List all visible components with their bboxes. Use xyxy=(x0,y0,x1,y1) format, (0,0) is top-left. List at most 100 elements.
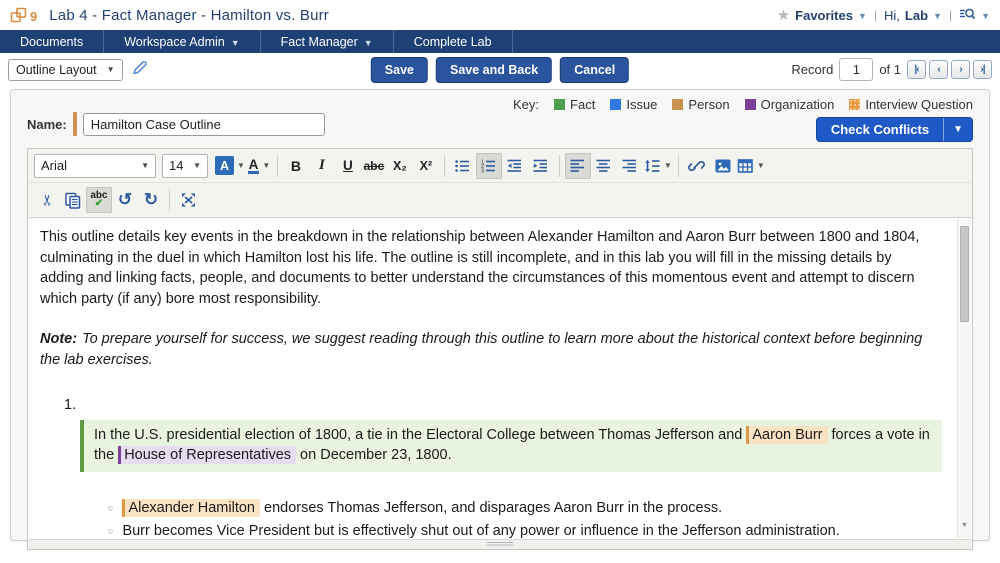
key-label: Key: xyxy=(513,97,539,112)
underline-button[interactable]: U xyxy=(335,153,361,179)
background-color-button[interactable]: A ▼ xyxy=(214,153,246,179)
bold-button[interactable]: B xyxy=(283,153,309,179)
header-separator: | xyxy=(949,8,952,22)
toolbar-divider xyxy=(559,155,560,177)
nav-item-fact-manager[interactable]: Fact Manager ▼ xyxy=(261,30,394,53)
toolbar-divider xyxy=(678,155,679,177)
record-number-input[interactable] xyxy=(839,58,873,81)
chevron-down-icon: ▼ xyxy=(757,161,765,170)
editor-vertical-scrollbar[interactable]: ▼ xyxy=(957,219,971,538)
advanced-search-icon[interactable] xyxy=(959,7,976,24)
nav-item-workspace-admin[interactable]: Workspace Admin ▼ xyxy=(104,30,260,53)
favorites-star-icon[interactable]: ★ xyxy=(777,6,790,24)
item1-number: 1. xyxy=(64,395,944,416)
note-label: Note: xyxy=(40,331,77,347)
chevron-down-icon[interactable]: ▼ xyxy=(943,118,972,141)
outline-item-1: 1. In the U.S. presidential election of … xyxy=(64,395,944,472)
undo-icon: ↺ xyxy=(118,190,132,210)
page-title: Lab 4 - Fact Manager - Hamilton vs. Burr xyxy=(49,7,329,24)
undo-button[interactable]: ↺ xyxy=(112,187,138,213)
select-arrow-icon: ▼ xyxy=(193,161,201,170)
editor-content[interactable]: This outline details key events in the b… xyxy=(28,217,972,539)
copy-button[interactable] xyxy=(60,187,86,213)
align-center-button[interactable] xyxy=(591,153,617,179)
editor-toolbar-row2: ✂ abc ✔ ↺ ↻ xyxy=(28,182,972,217)
table-button[interactable]: ▼ xyxy=(736,153,766,179)
app-header: 9 Lab 4 - Fact Manager - Hamilton vs. Bu… xyxy=(0,0,1000,30)
align-left-button[interactable] xyxy=(565,153,591,179)
cut-button[interactable]: ✂ xyxy=(34,187,60,213)
font-family-select[interactable]: Arial ▼ xyxy=(34,154,156,178)
first-record-button[interactable]: |‹ xyxy=(907,60,926,79)
resize-grip-icon[interactable] xyxy=(487,542,513,547)
editor-resize-strip[interactable] xyxy=(28,539,972,549)
font-size-select[interactable]: 14 ▼ xyxy=(162,154,208,178)
item1-sub-list: ○ Alexander Hamilton endorses Thomas Jef… xyxy=(108,498,944,540)
next-record-button[interactable]: › xyxy=(951,60,970,79)
bullet-circle-icon: ○ xyxy=(108,498,113,519)
save-and-back-button[interactable]: Save and Back xyxy=(436,57,552,83)
note-paragraph: Note:To prepare yourself for success, we… xyxy=(40,329,944,370)
maximize-button[interactable] xyxy=(175,187,201,213)
outdent-button[interactable] xyxy=(502,153,528,179)
interview-question-swatch-icon xyxy=(849,99,860,110)
layout-select[interactable]: Outline Layout ▼ xyxy=(8,59,123,81)
outline-detail-panel: Name: Key: Fact Issue Person xyxy=(10,89,990,541)
organization-link-house-of-representatives[interactable]: House of Representatives xyxy=(118,446,296,464)
previous-record-button[interactable]: ‹ xyxy=(929,60,948,79)
save-button[interactable]: Save xyxy=(371,57,428,83)
select-arrow-icon: ▼ xyxy=(141,161,149,170)
chevron-down-icon[interactable]: ▼ xyxy=(933,11,942,21)
legend-item-fact: Fact xyxy=(554,97,595,112)
align-right-button[interactable] xyxy=(617,153,643,179)
nav-item-complete-lab[interactable]: Complete Lab xyxy=(394,30,513,53)
numbered-list-button[interactable]: 123 xyxy=(476,153,502,179)
user-menu[interactable]: Lab xyxy=(905,8,928,23)
toolbar-divider xyxy=(444,155,445,177)
scissors-icon: ✂ xyxy=(38,194,56,207)
toolbar-divider xyxy=(169,189,170,211)
outline-name-input[interactable] xyxy=(83,113,325,136)
subscript-button[interactable]: X₂ xyxy=(387,153,413,179)
fact-swatch-icon xyxy=(554,99,565,110)
edit-pencil-icon[interactable] xyxy=(131,59,148,81)
action-bar: Outline Layout ▼ Save Save and Back Canc… xyxy=(0,53,1000,86)
font-color-button[interactable]: A ▼ xyxy=(246,153,272,179)
spellcheck-button[interactable]: abc ✔ xyxy=(86,187,112,213)
chevron-down-icon[interactable]: ▼ xyxy=(981,11,990,21)
italic-button[interactable]: I xyxy=(309,153,335,179)
line-height-button[interactable]: ▼ xyxy=(643,153,673,179)
spellcheck-icon: abc ✔ xyxy=(90,192,107,208)
bullet-circle-icon: ○ xyxy=(108,521,113,539)
chevron-down-icon[interactable]: ▼ xyxy=(858,11,867,21)
indent-button[interactable] xyxy=(528,153,554,179)
cancel-button[interactable]: Cancel xyxy=(560,57,629,83)
strikethrough-button[interactable]: abc xyxy=(361,153,387,179)
legend-item-issue: Issue xyxy=(610,97,657,112)
nav-item-documents[interactable]: Documents xyxy=(0,30,104,53)
name-label: Name: xyxy=(27,117,67,132)
link-button[interactable] xyxy=(684,153,710,179)
redo-icon: ↻ xyxy=(144,190,158,210)
scrollbar-thumb[interactable] xyxy=(960,226,969,322)
workspace-number: 9 xyxy=(30,9,37,24)
redo-button[interactable]: ↻ xyxy=(138,187,164,213)
superscript-button[interactable]: X² xyxy=(413,153,439,179)
record-label: Record xyxy=(791,62,833,77)
intro-paragraph: This outline details key events in the b… xyxy=(40,227,926,309)
person-accent-bar xyxy=(73,112,77,136)
last-record-button[interactable]: ›| xyxy=(973,60,992,79)
person-link-alexander-hamilton[interactable]: Alexander Hamilton xyxy=(122,499,260,517)
fact-highlight-block[interactable]: In the U.S. presidential election of 180… xyxy=(80,420,942,472)
main-navbar: Documents Workspace Admin ▼ Fact Manager… xyxy=(0,30,1000,53)
bullet-list-button[interactable] xyxy=(450,153,476,179)
favorites-menu[interactable]: Favorites xyxy=(795,8,853,23)
chevron-down-icon: ▼ xyxy=(262,161,270,170)
select-arrow-icon: ▼ xyxy=(107,65,115,74)
workspace-logo-icon[interactable]: 9 xyxy=(10,7,37,24)
legend-item-organization: Organization xyxy=(745,97,835,112)
image-button[interactable] xyxy=(710,153,736,179)
check-conflicts-button[interactable]: Check Conflicts ▼ xyxy=(816,117,973,142)
scrollbar-down-arrow-icon[interactable]: ▼ xyxy=(961,516,968,537)
person-link-aaron-burr[interactable]: Aaron Burr xyxy=(746,426,827,444)
